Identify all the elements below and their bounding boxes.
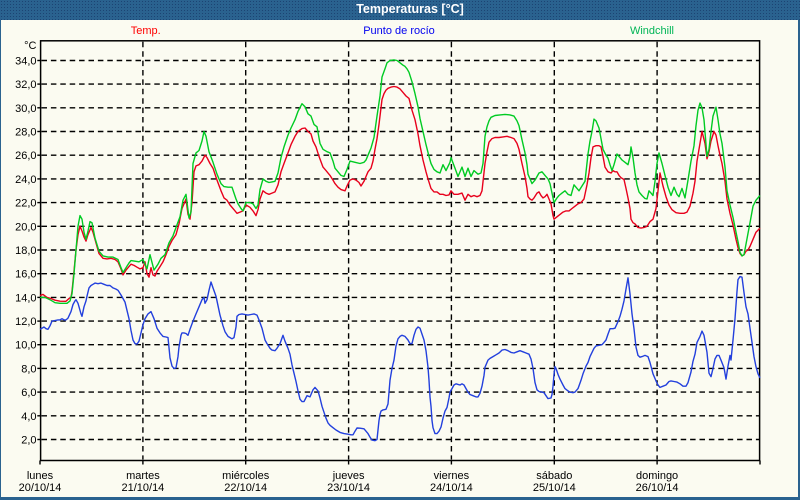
svg-text:20,0: 20,0 — [15, 221, 36, 233]
svg-text:6,0: 6,0 — [21, 387, 36, 399]
svg-text:12,0: 12,0 — [15, 316, 36, 328]
svg-text:21/10/14: 21/10/14 — [121, 482, 164, 494]
svg-text:25/10/14: 25/10/14 — [533, 482, 576, 494]
svg-text:14,0: 14,0 — [15, 292, 36, 304]
svg-text:10,0: 10,0 — [15, 340, 36, 352]
svg-text:18,0: 18,0 — [15, 245, 36, 257]
svg-text:viernes: viernes — [434, 470, 470, 482]
svg-text:28,0: 28,0 — [15, 127, 36, 139]
svg-text:sábado: sábado — [536, 470, 572, 482]
svg-text:32,0: 32,0 — [15, 79, 36, 91]
svg-text:4,0: 4,0 — [21, 411, 36, 423]
svg-text:martes: martes — [126, 470, 160, 482]
svg-text:miércoles: miércoles — [222, 470, 270, 482]
svg-text:2,0: 2,0 — [21, 435, 36, 447]
svg-text:8,0: 8,0 — [21, 363, 36, 375]
svg-text:domingo: domingo — [636, 470, 678, 482]
svg-text:jueves: jueves — [332, 470, 365, 482]
svg-text:°C: °C — [24, 40, 36, 52]
svg-text:24,0: 24,0 — [15, 174, 36, 186]
svg-text:23/10/14: 23/10/14 — [327, 482, 370, 494]
svg-text:30,0: 30,0 — [15, 103, 36, 115]
svg-text:24/10/14: 24/10/14 — [430, 482, 473, 494]
svg-text:16,0: 16,0 — [15, 269, 36, 281]
svg-text:26/10/14: 26/10/14 — [636, 482, 679, 494]
svg-text:22,0: 22,0 — [15, 198, 36, 210]
svg-text:22/10/14: 22/10/14 — [224, 482, 267, 494]
svg-text:34,0: 34,0 — [15, 56, 36, 68]
svg-text:lunes: lunes — [27, 470, 54, 482]
svg-text:26,0: 26,0 — [15, 150, 36, 162]
svg-text:20/10/14: 20/10/14 — [19, 482, 62, 494]
